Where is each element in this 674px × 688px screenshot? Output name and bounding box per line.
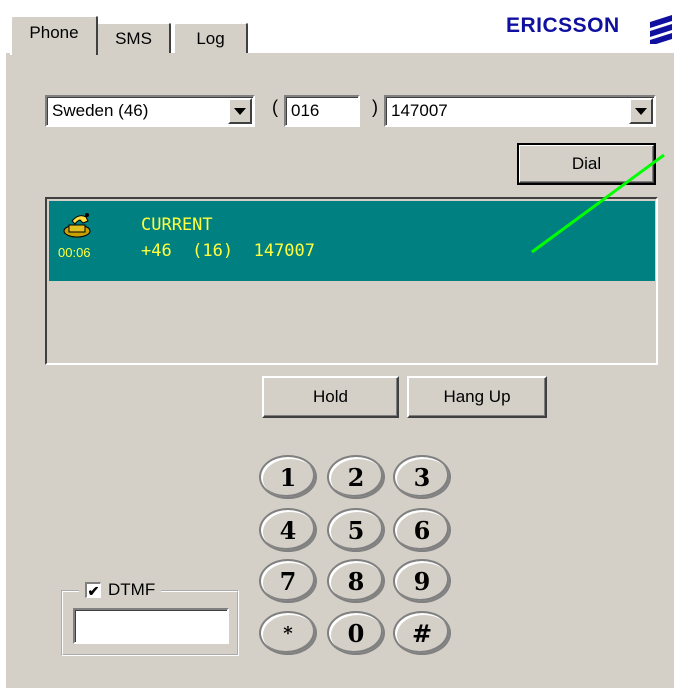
keypad-key-hash[interactable]: # [393, 611, 451, 655]
ericsson-logo-mark-icon [646, 14, 674, 44]
call-duration: 00:06 [58, 245, 91, 260]
country-dropdown-button[interactable] [228, 98, 252, 124]
phone-number-combo[interactable]: 147007 [384, 95, 656, 127]
chevron-down-icon [635, 107, 647, 115]
phone-handset-icon [63, 211, 93, 244]
hang-up-button[interactable]: Hang Up [407, 376, 547, 418]
dtmf-label: DTMF [108, 580, 156, 599]
keypad-key-3[interactable]: 3 [393, 455, 451, 499]
keypad-key-6[interactable]: 6 [393, 508, 451, 552]
chevron-down-icon [234, 107, 246, 115]
call-row-current[interactable]: 00:06 CURRENT +46 (16) 147007 [49, 201, 655, 281]
tab-log[interactable]: Log [173, 22, 248, 53]
keypad-key-9[interactable]: 9 [393, 559, 451, 603]
keypad-key-0[interactable]: 0 [327, 611, 385, 655]
tab-sms[interactable]: SMS [96, 22, 171, 53]
area-code-value: 016 [291, 101, 320, 120]
keypad-key-4[interactable]: 4 [259, 508, 317, 552]
country-select[interactable]: Sweden (46) [45, 95, 255, 127]
keypad-key-1[interactable]: 1 [259, 455, 317, 499]
dtmf-input[interactable] [73, 608, 229, 644]
keypad-key-star[interactable]: * [259, 611, 317, 655]
ericsson-logo: ERICSSON [506, 14, 620, 37]
phone-number-value: 147007 [391, 101, 448, 120]
keypad-key-5[interactable]: 5 [327, 508, 385, 552]
call-number: +46 (16) 147007 [141, 241, 315, 261]
area-code-open-paren: ( [272, 97, 278, 117]
dtmf-legend: ✔ DTMF [79, 580, 162, 600]
country-select-value: Sweden (46) [52, 101, 149, 120]
keypad-key-7[interactable]: 7 [259, 559, 317, 603]
area-code-input[interactable]: 016 [284, 95, 360, 127]
hold-button[interactable]: Hold [262, 376, 399, 418]
tab-phone[interactable]: Phone [10, 15, 98, 55]
keypad-key-8[interactable]: 8 [327, 559, 385, 603]
dial-button[interactable]: Dial [517, 143, 656, 185]
dtmf-checkbox[interactable]: ✔ [85, 582, 101, 598]
area-code-close-paren: ) [372, 97, 378, 117]
keypad-key-2[interactable]: 2 [327, 455, 385, 499]
number-dropdown-button[interactable] [629, 98, 653, 124]
call-status: CURRENT [141, 215, 213, 235]
